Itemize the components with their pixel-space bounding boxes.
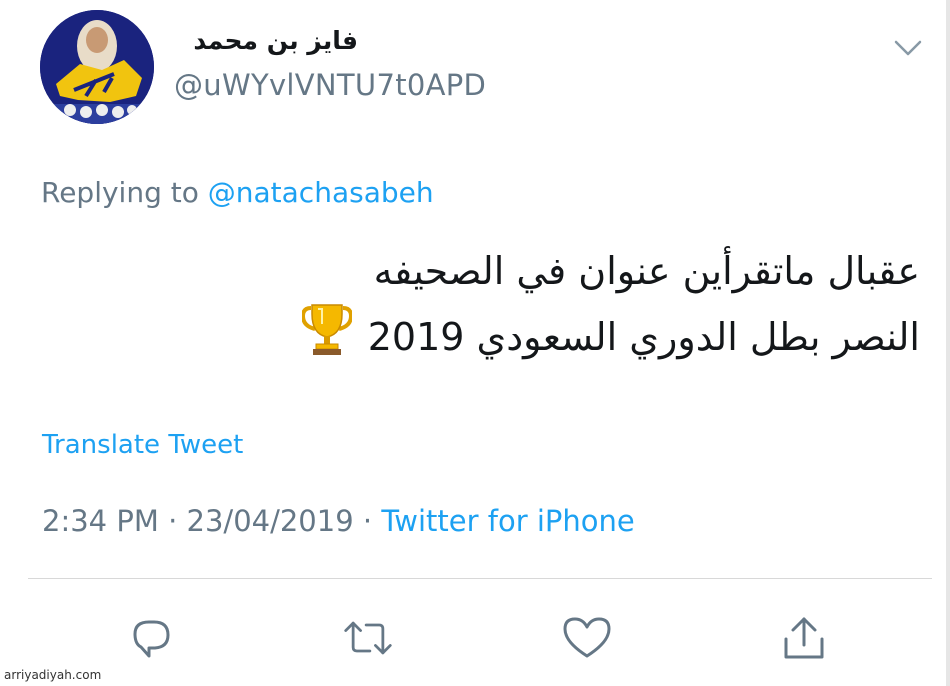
screen-edge bbox=[946, 0, 950, 686]
like-button[interactable] bbox=[561, 612, 613, 664]
replying-to-prefix: Replying to bbox=[41, 176, 199, 209]
tweet-text-line-2-content: النصر بطل الدوري السعودي 2019 bbox=[367, 315, 920, 359]
replying-to-mention[interactable]: @natachasabeh bbox=[208, 176, 434, 209]
author-handle[interactable]: @uWYvlVNTU7t0APD bbox=[174, 68, 486, 102]
comment-icon bbox=[133, 620, 170, 658]
meta-separator: · bbox=[362, 504, 373, 538]
tweet-text-line-1: عقبال ماتقرأين عنوان في الصحيفه bbox=[373, 249, 920, 293]
share-button[interactable] bbox=[778, 612, 830, 664]
replying-to: Replying to @natachasabeh bbox=[41, 176, 434, 209]
retweet-button[interactable] bbox=[342, 612, 394, 664]
avatar-image bbox=[40, 10, 154, 124]
divider bbox=[28, 578, 932, 579]
watermark: arriyadiyah.com bbox=[4, 668, 102, 682]
tweet-date: 23/04/2019 bbox=[186, 504, 354, 538]
tweet-meta: 2:34 PM · 23/04/2019 · Twitter for iPhon… bbox=[42, 504, 635, 538]
share-icon bbox=[784, 617, 824, 659]
retweet-icon bbox=[344, 621, 392, 655]
translate-tweet-link[interactable]: Translate Tweet bbox=[42, 430, 243, 460]
author-display-name[interactable]: فايز بن محمد bbox=[174, 26, 358, 55]
reply-button[interactable] bbox=[125, 612, 177, 664]
heart-icon bbox=[563, 617, 611, 658]
trophy-icon bbox=[301, 304, 352, 355]
meta-separator: · bbox=[168, 504, 178, 538]
avatar[interactable] bbox=[40, 10, 154, 124]
chevron-down-icon[interactable] bbox=[893, 38, 923, 58]
tweet-text: عقبال ماتقرأين عنوان في الصحيفه النصر بط… bbox=[220, 240, 920, 368]
tweet-time: 2:34 PM bbox=[42, 504, 159, 538]
tweet-text-line-2: النصر بطل الدوري السعودي 2019 bbox=[220, 302, 920, 368]
tweet-source[interactable]: Twitter for iPhone bbox=[381, 504, 634, 538]
